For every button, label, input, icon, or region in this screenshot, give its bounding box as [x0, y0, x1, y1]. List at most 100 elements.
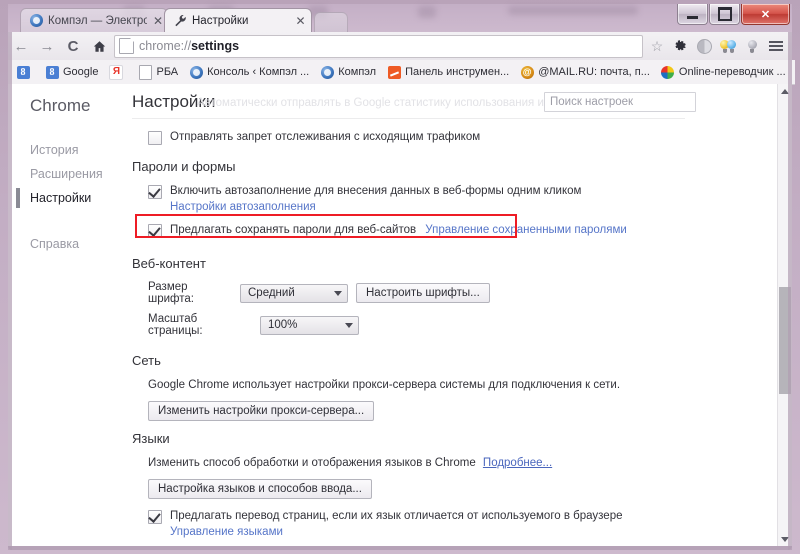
- zoom-row: Масштаб страницы: 100%: [132, 313, 778, 337]
- bookmark-item[interactable]: Панель инструмен...: [382, 63, 514, 81]
- yandex-icon: Я: [109, 64, 124, 80]
- network-section-title: Сеть: [132, 353, 161, 368]
- autofill-label: Включить автозаполнение для внесения дан…: [170, 185, 582, 197]
- sidebar-item-help[interactable]: Справка: [8, 232, 124, 256]
- network-section: Сеть Google Chrome использует настройки …: [124, 353, 778, 421]
- bookmark-label: Online-переводчик ...: [678, 66, 786, 78]
- bookmark-item[interactable]: @ @MAIL.RU: почта, п...: [515, 63, 655, 81]
- manage-passwords-link[interactable]: Управление сохраненными паролями: [425, 224, 626, 236]
- bookmark-item[interactable]: РБА: [133, 63, 183, 81]
- gear-icon[interactable]: [668, 34, 692, 58]
- languages-section-title: Языки: [132, 431, 170, 446]
- proxy-button-row: Изменить настройки прокси-сервера...: [132, 401, 778, 421]
- bookmark-item[interactable]: Консоль ‹ Компэл ...: [184, 63, 314, 81]
- sidebar-item-label: Расширения: [30, 167, 103, 181]
- bookmark-label: @MAIL.RU: почта, п...: [538, 66, 650, 78]
- close-icon[interactable]: ✕: [294, 14, 307, 28]
- webcontent-section-title: Веб-контент: [132, 256, 206, 271]
- bookmark-label: Google: [63, 66, 99, 78]
- address-bar[interactable]: chrome://settings: [114, 34, 643, 58]
- bookmark-item[interactable]: Online-переводчик ...: [656, 63, 791, 81]
- do-not-track-checkbox[interactable]: [148, 131, 162, 145]
- translate-row[interactable]: Предлагать перевод страниц, если их язык…: [132, 509, 778, 540]
- google-g-icon: 8: [16, 65, 30, 79]
- settings-sidebar: Chrome История Расширения Настройки Спра…: [8, 84, 124, 546]
- autofill-row[interactable]: Включить автозаполнение для внесения дан…: [132, 184, 778, 215]
- bookmark-item[interactable]: Компэл: [315, 63, 381, 81]
- close-icon[interactable]: ✕: [153, 14, 163, 28]
- do-not-track-row[interactable]: Отправлять запрет отслеживания с исходящ…: [132, 130, 778, 145]
- chrome-brand-label: Chrome: [30, 96, 91, 115]
- bookmark-label: Панель инструмен...: [405, 66, 510, 78]
- new-tab-button[interactable]: [314, 12, 348, 32]
- sidebar-item-label: История: [30, 143, 79, 157]
- zoom-select[interactable]: 100%: [260, 315, 359, 335]
- languages-more-link[interactable]: Подробнее...: [483, 457, 552, 469]
- mailru-icon: @: [520, 65, 534, 79]
- menu-icon[interactable]: [764, 34, 788, 58]
- settings-page: Chrome История Расширения Настройки Спра…: [8, 84, 792, 546]
- search-input[interactable]: Поиск настроек: [544, 92, 696, 112]
- half-circle-icon[interactable]: [692, 34, 716, 58]
- customize-fonts-button[interactable]: Настроить шрифты...: [356, 283, 490, 303]
- zoom-label: Масштаб страницы:: [148, 313, 203, 337]
- sidebar-item-label: Справка: [30, 237, 80, 251]
- sidebar-item-settings[interactable]: Настройки: [8, 186, 124, 210]
- bookmark-label: Консоль ‹ Компэл ...: [207, 66, 310, 78]
- save-passwords-checkbox[interactable]: [148, 224, 162, 238]
- passwords-section-title: Пароли и формы: [132, 159, 236, 174]
- window-frame-right: [788, 32, 792, 550]
- settings-header: Настройки Автоматически отправлять в Goo…: [124, 84, 778, 124]
- compel-favicon: [189, 65, 203, 79]
- translate-checkbox[interactable]: [148, 510, 162, 524]
- save-passwords-row[interactable]: Предлагать сохранять пароли для веб-сайт…: [132, 223, 778, 238]
- home-icon[interactable]: [86, 33, 112, 59]
- maximize-button[interactable]: [709, 4, 740, 25]
- header-divider: [132, 118, 685, 119]
- tab-strip: Компэл — Электронные ✕ Настройки ✕: [8, 4, 708, 32]
- tab-compel[interactable]: Компэл — Электронные ✕: [20, 8, 168, 32]
- autofill-checkbox[interactable]: [148, 185, 162, 199]
- bulb-grey-icon[interactable]: [740, 34, 764, 58]
- network-description: Google Chrome использует настройки прокс…: [148, 379, 621, 391]
- bookmark-item[interactable]: Я: [104, 63, 132, 81]
- bookmark-item[interactable]: 8: [11, 63, 39, 81]
- webcontent-section: Веб-контент Размер шрифта: Средний Настр…: [124, 256, 778, 337]
- zoom-value: 100%: [268, 319, 298, 331]
- bookmark-star-icon[interactable]: ☆: [646, 38, 668, 55]
- passwords-section: Пароли и формы Включить автозаполнение д…: [124, 159, 778, 238]
- proxy-settings-button[interactable]: Изменить настройки прокси-сервера...: [148, 401, 375, 421]
- bookmark-item[interactable]: 8 Google: [40, 63, 103, 81]
- tab-settings[interactable]: Настройки ✕: [164, 8, 312, 32]
- bookmark-label: РБА: [156, 66, 179, 78]
- bulbs-icon[interactable]: [716, 34, 740, 58]
- url-text: chrome://settings: [139, 39, 240, 53]
- language-settings-button[interactable]: Настройка языков и способов ввода...: [148, 479, 372, 499]
- settings-main: Настройки Автоматически отправлять в Goo…: [124, 84, 778, 546]
- bookmarks-bar: 8 8 Google Я РБА Консоль ‹ Компэл ... Ко…: [8, 60, 795, 85]
- save-passwords-label: Предлагать сохранять пароли для веб-сайт…: [170, 224, 417, 236]
- bookmark-item[interactable]: 文 Переводчик Google: [792, 63, 795, 81]
- document-icon: [138, 64, 152, 80]
- minimize-button[interactable]: [677, 4, 708, 25]
- font-size-select[interactable]: Средний: [240, 283, 348, 303]
- tab-label: Настройки: [192, 14, 249, 27]
- do-not-track-label: Отправлять запрет отслеживания с исходящ…: [170, 131, 481, 143]
- languages-button-row: Настройка языков и способов ввода...: [132, 479, 778, 499]
- sidebar-item-extensions[interactable]: Расширения: [8, 162, 124, 186]
- reload-icon[interactable]: C: [60, 33, 86, 59]
- scrolled-off-row: Автоматически отправлять в Google статис…: [197, 97, 597, 109]
- sidebar-item-history[interactable]: История: [8, 138, 124, 162]
- forward-icon[interactable]: →: [34, 33, 60, 59]
- chevron-down-icon: [345, 322, 353, 328]
- page-document-icon: [119, 38, 134, 54]
- autofill-settings-link[interactable]: Настройки автозаполнения: [170, 200, 581, 215]
- font-size-label: Размер шрифта:: [148, 281, 194, 305]
- chart-icon: [387, 65, 401, 79]
- manage-languages-link[interactable]: Управление языками: [170, 525, 622, 540]
- close-button[interactable]: ✕: [741, 4, 790, 25]
- google-g-icon: 8: [45, 65, 59, 79]
- languages-description: Изменить способ обработки и отображения …: [132, 456, 778, 471]
- translate-label: Предлагать перевод страниц, если их язык…: [170, 510, 623, 522]
